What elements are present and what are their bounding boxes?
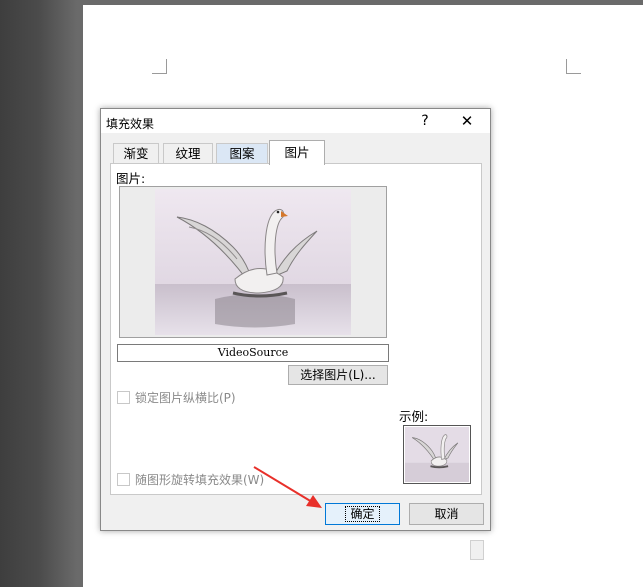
tab-picture[interactable]: 图片: [269, 140, 325, 165]
rotate-fill-checkbox[interactable]: [117, 473, 130, 486]
margin-corner-top-left: [152, 59, 167, 74]
tab-pattern[interactable]: 图案: [216, 143, 268, 164]
rotate-fill-label: 随图形旋转填充效果(W): [135, 473, 265, 487]
rotate-fill-checkbox-row[interactable]: 随图形旋转填充效果(W): [117, 471, 264, 488]
picture-source-field: VideoSource: [117, 344, 389, 362]
dialog-title: 填充效果: [106, 117, 155, 131]
lock-aspect-checkbox-row[interactable]: 锁定图片纵横比(P): [117, 389, 236, 406]
margin-corner-top-right: [566, 59, 581, 74]
swan-image: [155, 189, 351, 335]
help-button[interactable]: ?: [415, 112, 435, 130]
lock-aspect-label: 锁定图片纵横比(P): [135, 391, 236, 405]
cancel-button[interactable]: 取消: [409, 503, 484, 525]
ok-button[interactable]: 确定: [325, 503, 400, 525]
tab-texture[interactable]: 纹理: [163, 143, 213, 164]
picture-label: 图片:: [116, 171, 146, 186]
select-picture-button[interactable]: 选择图片(L)...: [288, 365, 388, 385]
annotation-arrow-icon: [253, 466, 322, 508]
picture-preview: [119, 186, 387, 338]
sample-preview: [403, 425, 471, 484]
tab-gradient[interactable]: 渐变: [113, 143, 159, 164]
sample-label: 示例:: [399, 409, 429, 424]
sample-swan-image: [405, 427, 469, 482]
close-button[interactable]: ✕: [456, 112, 478, 130]
scrollbar-thumb[interactable]: [470, 540, 484, 560]
dialog-titlebar: 填充效果 ? ✕: [101, 109, 490, 133]
ok-button-label: 确定: [345, 506, 380, 522]
lock-aspect-checkbox[interactable]: [117, 391, 130, 404]
